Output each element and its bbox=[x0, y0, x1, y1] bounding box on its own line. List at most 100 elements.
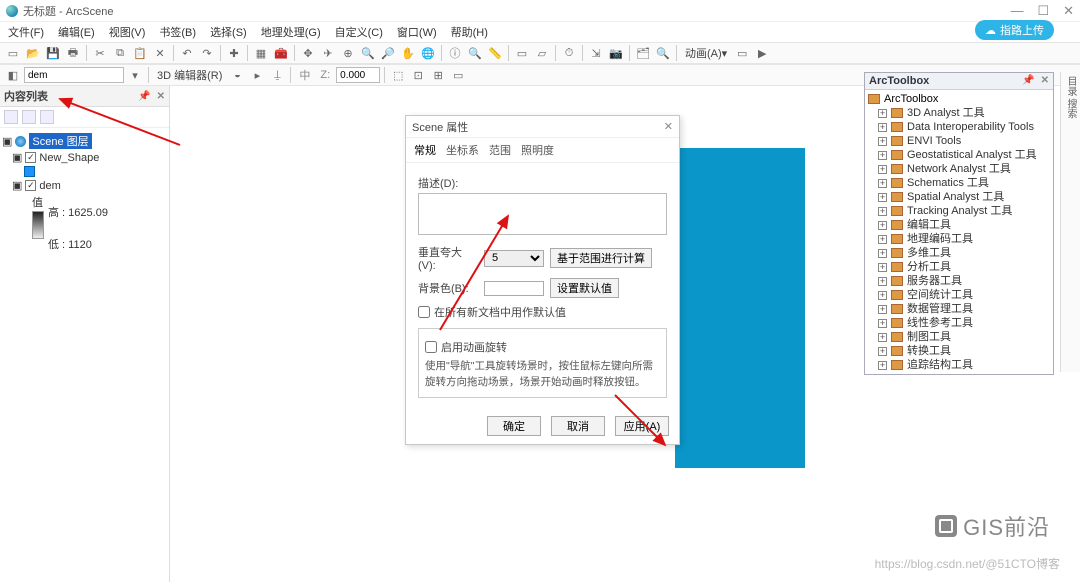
center-icon[interactable]: ⊕ bbox=[339, 44, 357, 62]
toolbox-item[interactable]: +Tracking Analyst 工具 bbox=[868, 204, 1050, 218]
expand-icon[interactable]: + bbox=[878, 221, 887, 230]
z-input[interactable] bbox=[336, 67, 380, 83]
expand-icon[interactable]: + bbox=[878, 151, 887, 160]
tab-light[interactable]: 照明度 bbox=[521, 142, 554, 158]
docked-tabs[interactable]: 目录 搜索 bbox=[1060, 72, 1080, 372]
cancel-button[interactable]: 取消 bbox=[551, 416, 605, 436]
select-icon[interactable]: ▭ bbox=[513, 44, 531, 62]
ed4-icon[interactable]: ⬚ bbox=[389, 66, 407, 84]
anim-tool-icon[interactable]: ▭ bbox=[733, 44, 751, 62]
toolbox-item[interactable]: +服务器工具 bbox=[868, 274, 1050, 288]
toolbox-item[interactable]: +Data Interoperability Tools bbox=[868, 120, 1050, 134]
scene-node[interactable]: Scene 图层 bbox=[29, 133, 91, 149]
toc-list-icon[interactable] bbox=[4, 110, 18, 124]
toc-sel-icon[interactable] bbox=[40, 110, 54, 124]
catalog-icon[interactable]: 🗂 bbox=[634, 44, 652, 62]
snapshot-icon[interactable]: 📷 bbox=[607, 44, 625, 62]
expand-icon[interactable]: + bbox=[878, 249, 887, 258]
layer-symbol-icon[interactable] bbox=[24, 166, 35, 177]
zoomin-icon[interactable]: 🔍 bbox=[359, 44, 377, 62]
toolbox-item[interactable]: +Spatial Analyst 工具 bbox=[868, 190, 1050, 204]
clear-sel-icon[interactable]: ▱ bbox=[533, 44, 551, 62]
tab-coord[interactable]: 坐标系 bbox=[446, 142, 479, 158]
toolbox-item[interactable]: +分析工具 bbox=[868, 260, 1050, 274]
toolbox-item[interactable]: +ENVI Tools bbox=[868, 134, 1050, 148]
toc-pin-icon[interactable]: 📌 bbox=[138, 91, 150, 102]
undo-icon[interactable]: ↶ bbox=[178, 44, 196, 62]
vexag-select[interactable]: 5 bbox=[484, 250, 544, 267]
expand-icon[interactable]: + bbox=[878, 137, 887, 146]
dialog-close-icon[interactable]: ✕ bbox=[664, 120, 673, 133]
toolbox-item[interactable]: +Schematics 工具 bbox=[868, 176, 1050, 190]
toolbox-item[interactable]: +3D Analyst 工具 bbox=[868, 106, 1050, 120]
chk-anim[interactable] bbox=[425, 341, 437, 353]
menu-item[interactable]: 书签(B) bbox=[159, 24, 196, 40]
save-icon[interactable]: 💾 bbox=[44, 44, 62, 62]
expand-icon[interactable]: + bbox=[878, 207, 887, 216]
toolbox-item[interactable]: +数据管理工具 bbox=[868, 302, 1050, 316]
toc-close-icon[interactable]: ✕ bbox=[157, 91, 165, 102]
ed2-icon[interactable]: ▸ bbox=[248, 66, 266, 84]
reset-button[interactable]: 设置默认值 bbox=[550, 278, 619, 298]
fly-icon[interactable]: ✈ bbox=[319, 44, 337, 62]
toolbox-root[interactable]: ArcToolbox bbox=[884, 93, 938, 105]
measure-icon[interactable]: 📏 bbox=[486, 44, 504, 62]
toolbox-item[interactable]: +线性参考工具 bbox=[868, 316, 1050, 330]
tab-extent[interactable]: 范围 bbox=[489, 142, 511, 158]
menu-item[interactable]: 地理处理(G) bbox=[261, 24, 321, 40]
toolbox-item[interactable]: +Network Analyst 工具 bbox=[868, 162, 1050, 176]
calc-button[interactable]: 基于范围进行计算 bbox=[550, 248, 652, 268]
tab-general[interactable]: 常规 bbox=[414, 142, 436, 158]
redo-icon[interactable]: ↷ bbox=[198, 44, 216, 62]
menu-item[interactable]: 编辑(E) bbox=[58, 24, 95, 40]
ed7-icon[interactable]: ▭ bbox=[449, 66, 467, 84]
bg-color-well[interactable] bbox=[484, 281, 544, 296]
window-maximize[interactable]: ☐ bbox=[1037, 3, 1049, 19]
ed6-icon[interactable]: ⊞ bbox=[429, 66, 447, 84]
cut-icon[interactable]: ✂ bbox=[91, 44, 109, 62]
chk-alldocs[interactable] bbox=[418, 306, 430, 318]
export-icon[interactable]: ⇲ bbox=[587, 44, 605, 62]
identify-icon[interactable]: ⓘ bbox=[446, 44, 464, 62]
ed1-icon[interactable]: ◒ bbox=[228, 66, 246, 84]
toolbox-item[interactable]: +追踪结构工具 bbox=[868, 358, 1050, 372]
tbx-pin-icon[interactable]: 📌 bbox=[1022, 75, 1034, 87]
find-icon[interactable]: 🔍 bbox=[466, 44, 484, 62]
ed3-icon[interactable]: ⍊ bbox=[268, 66, 286, 84]
copy-icon[interactable]: ⧉ bbox=[111, 44, 129, 62]
menu-item[interactable]: 窗口(W) bbox=[397, 24, 437, 40]
expand-icon[interactable]: + bbox=[878, 333, 887, 342]
toc-src-icon[interactable] bbox=[22, 110, 36, 124]
pan-icon[interactable]: ✋ bbox=[399, 44, 417, 62]
tbx-close-icon[interactable]: ✕ bbox=[1041, 75, 1049, 87]
editor-dropdown[interactable]: 3D 编辑器(R) bbox=[157, 67, 222, 83]
layer-select[interactable] bbox=[24, 67, 124, 83]
expand-icon[interactable]: + bbox=[878, 291, 887, 300]
paste-icon[interactable]: 📋 bbox=[131, 44, 149, 62]
new-icon[interactable]: ▭ bbox=[4, 44, 22, 62]
desc-input[interactable] bbox=[418, 193, 667, 235]
expand-icon[interactable]: + bbox=[878, 305, 887, 314]
menu-item[interactable]: 自定义(C) bbox=[335, 24, 383, 40]
layer-checkbox[interactable]: ✓ bbox=[25, 180, 36, 191]
upload-pill[interactable]: ☁指路上传 bbox=[975, 20, 1054, 40]
expand-icon[interactable]: + bbox=[878, 109, 887, 118]
full-extent-icon[interactable]: 🌐 bbox=[419, 44, 437, 62]
ed5-icon[interactable]: ⊡ bbox=[409, 66, 427, 84]
nav-icon[interactable]: ✥ bbox=[299, 44, 317, 62]
layer-icon[interactable]: ◧ bbox=[4, 66, 22, 84]
print-icon[interactable]: 🖶 bbox=[64, 44, 82, 62]
menu-item[interactable]: 帮助(H) bbox=[451, 24, 488, 40]
toolbox-item[interactable]: +编辑工具 bbox=[868, 218, 1050, 232]
add-data-icon[interactable]: ✚ bbox=[225, 44, 243, 62]
toolbox-item[interactable]: +空间统计工具 bbox=[868, 288, 1050, 302]
layer-item[interactable]: New_Shape bbox=[39, 152, 99, 164]
anim-play-icon[interactable]: ▶ bbox=[753, 44, 771, 62]
expand-icon[interactable]: + bbox=[878, 235, 887, 244]
toolbox-item[interactable]: +Geostatistical Analyst 工具 bbox=[868, 148, 1050, 162]
window-minimize[interactable]: — bbox=[1010, 3, 1023, 19]
anim-dropdown[interactable]: 动画(A)▾ bbox=[685, 45, 727, 61]
expand-icon[interactable]: + bbox=[878, 123, 887, 132]
zoomout-icon[interactable]: 🔎 bbox=[379, 44, 397, 62]
apply-button[interactable]: 应用(A) bbox=[615, 416, 669, 436]
